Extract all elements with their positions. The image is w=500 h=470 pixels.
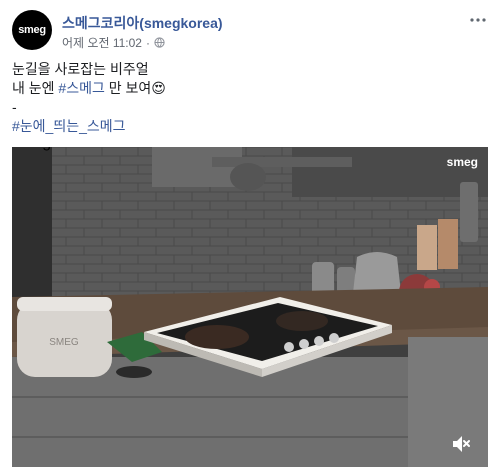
post-header: smeg 스메그코리아(smegkorea) 어제 오전 11:02 · <box>12 10 488 54</box>
avatar-logo: smeg <box>18 24 46 36</box>
caption-line-2: 내 눈엔 #스메그 만 보여😍 <box>12 79 488 98</box>
speaker-muted-icon <box>453 436 470 452</box>
hashtag-eye-catching-smeg[interactable]: #눈에_띄는_스메그 <box>12 118 126 134</box>
horizontal-dots-icon <box>470 18 486 22</box>
page-avatar[interactable]: smeg <box>12 10 52 50</box>
caption-line-4: #눈에_띄는_스메그 <box>12 117 488 136</box>
page-name-link[interactable]: 스메그코리아(smegkorea) <box>62 13 223 33</box>
globe-icon <box>154 37 165 48</box>
toaster-logo: SMEG <box>49 337 79 348</box>
post-caption: 눈길을 사로잡는 비주얼 내 눈엔 #스메그 만 보여😍 - #눈에_띄는_스메… <box>12 60 488 136</box>
video-frame-kitchen: SMEG smeg <box>12 147 488 467</box>
smeg-watermark: smeg <box>446 155 478 169</box>
post-meta: 어제 오전 11:02 · <box>62 34 165 51</box>
facebook-post: smeg 스메그코리아(smegkorea) 어제 오전 11:02 · 눈길을… <box>0 0 500 470</box>
video-watermark: smeg <box>12 147 51 151</box>
caption-line-2-prefix: 내 눈엔 <box>12 80 59 96</box>
mute-button[interactable] <box>450 433 472 455</box>
caption-line-3: - <box>12 99 17 115</box>
more-options-button[interactable] <box>468 10 488 30</box>
heart-eyes-emoji: 😍 <box>151 80 166 96</box>
video-player[interactable]: SMEG smeg smeg <box>12 147 488 467</box>
caption-line-1: 눈길을 사로잡는 비주얼 <box>12 61 149 77</box>
caption-line-2-suffix: 만 보여 <box>104 80 152 96</box>
hashtag-smeg[interactable]: #스메그 <box>58 80 104 96</box>
meta-separator: · <box>145 35 150 50</box>
post-timestamp[interactable]: 어제 오전 11:02 <box>62 34 142 51</box>
